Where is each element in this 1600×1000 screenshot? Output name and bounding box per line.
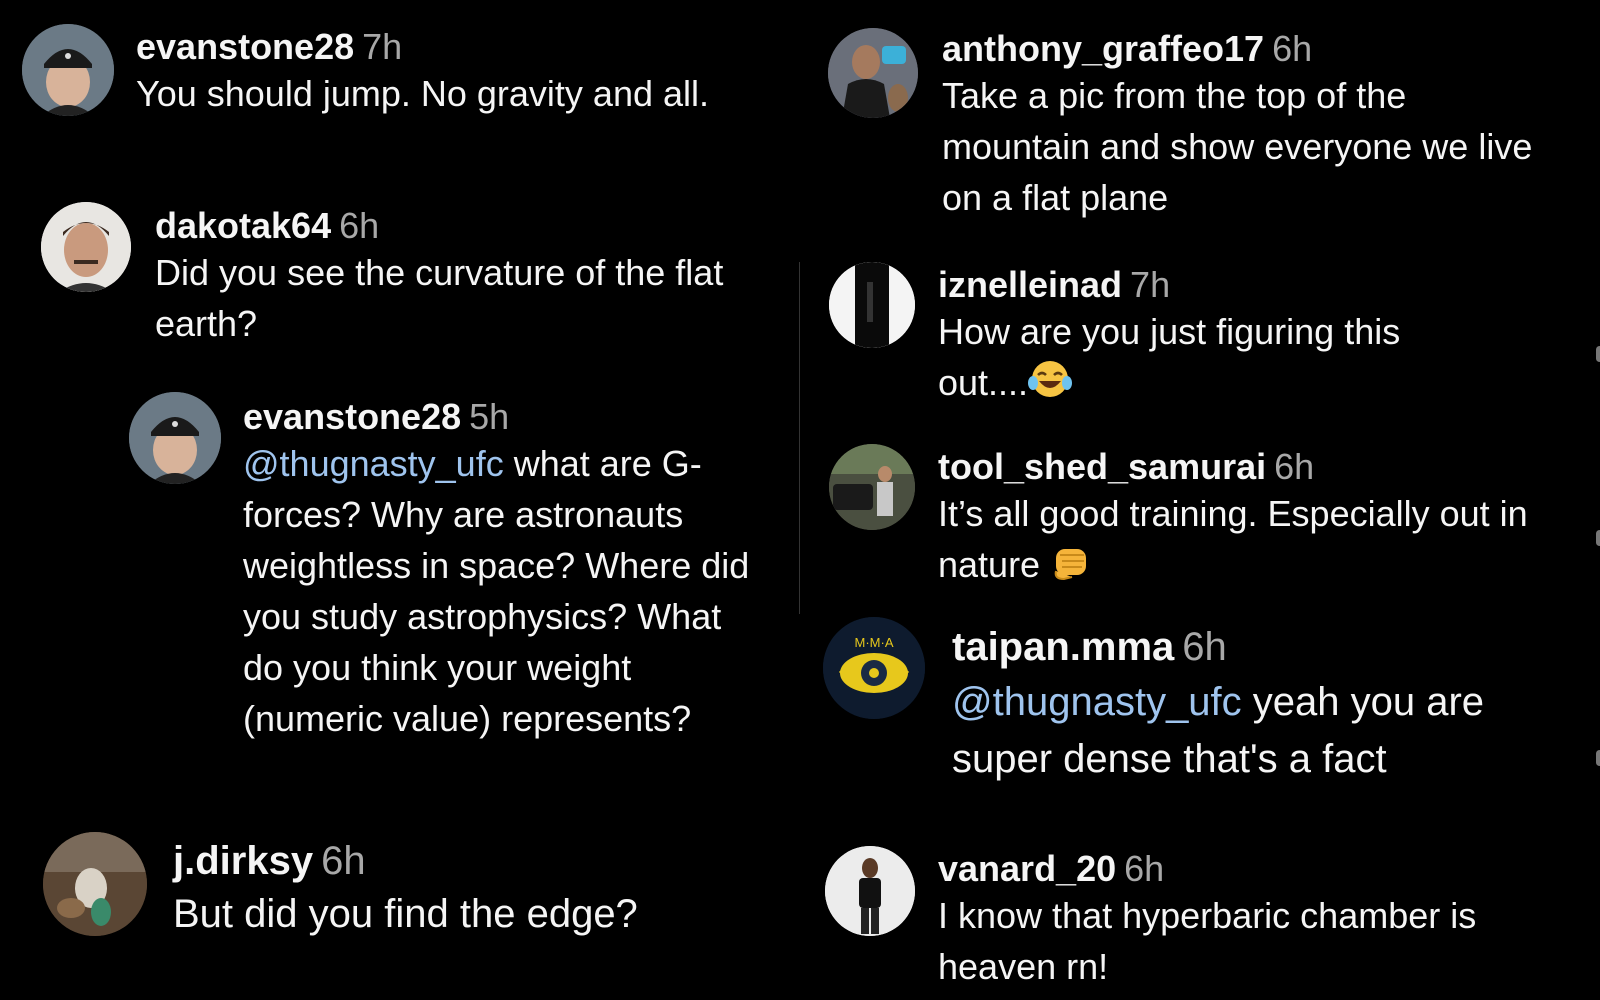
comment-text-body: what are G-forces? Why are astronauts we… [243, 442, 750, 739]
comment-text: I know that hyperbaric chamber is heaven… [938, 894, 1477, 987]
comment-time: 6h [1124, 848, 1165, 889]
comment-text: But did you find the edge? [173, 892, 638, 936]
avatar[interactable]: M·M·A [823, 617, 925, 719]
scroll-indicator [1596, 750, 1600, 766]
laughing-tears-emoji-icon [1028, 359, 1073, 412]
comment-username[interactable]: taipan.mma [952, 625, 1174, 669]
comment-time: 6h [339, 205, 380, 246]
comment-text: It’s all good training. Especially out i… [938, 488, 1558, 594]
scroll-indicator [1596, 346, 1600, 362]
comment-text: How are you just figuring this out.... [938, 306, 1478, 412]
comment-time: 6h [321, 839, 366, 883]
avatar-logo-text: M·M·A [855, 635, 894, 650]
avatar[interactable] [828, 28, 918, 118]
comment-username[interactable]: vanard_20 [938, 848, 1116, 889]
comment-time: 7h [362, 26, 403, 67]
comment-time: 5h [469, 396, 510, 437]
comment-time: 7h [1130, 264, 1171, 305]
comment-text: You should jump. No gravity and all. [136, 72, 710, 114]
comment-text: Did you see the curvature of the flat ea… [155, 251, 724, 344]
comment-username[interactable]: dakotak64 [155, 205, 331, 246]
comment-time: 6h [1182, 625, 1227, 669]
comment-username[interactable]: tool_shed_samurai [938, 446, 1266, 487]
avatar[interactable] [829, 262, 915, 348]
avatar[interactable] [43, 832, 147, 936]
comment-text: @thugnasty_ufc what are G-forces? Why ar… [243, 438, 768, 744]
comment-username[interactable]: j.dirksy [173, 839, 313, 883]
scroll-indicator [1596, 530, 1600, 546]
comment-username[interactable]: iznelleinad [938, 264, 1122, 305]
comment-text-body: It’s all good training. Especially out i… [938, 492, 1528, 585]
comment-username[interactable]: anthony_graffeo17 [942, 28, 1264, 69]
comment-username[interactable]: evanstone28 [136, 26, 354, 67]
comment-username[interactable]: evanstone28 [243, 396, 461, 437]
comment-time: 6h [1272, 28, 1313, 69]
thread-divider [799, 262, 800, 614]
comment-text: @thugnasty_ufc yeah you are super dense … [952, 674, 1512, 788]
comment-time: 6h [1274, 446, 1315, 487]
fist-bump-emoji-icon [1050, 541, 1094, 594]
mention-link[interactable]: @thugnasty_ufc [243, 443, 504, 484]
mention-link[interactable]: @thugnasty_ufc [952, 680, 1242, 724]
avatar[interactable] [829, 444, 915, 530]
comment-text-body: How are you just figuring this out.... [938, 310, 1401, 403]
comment-text: Take a pic from the top of the mountain … [942, 74, 1533, 218]
avatar[interactable] [22, 24, 114, 116]
avatar[interactable] [129, 392, 221, 484]
avatar[interactable] [41, 202, 131, 292]
avatar[interactable] [825, 846, 915, 936]
